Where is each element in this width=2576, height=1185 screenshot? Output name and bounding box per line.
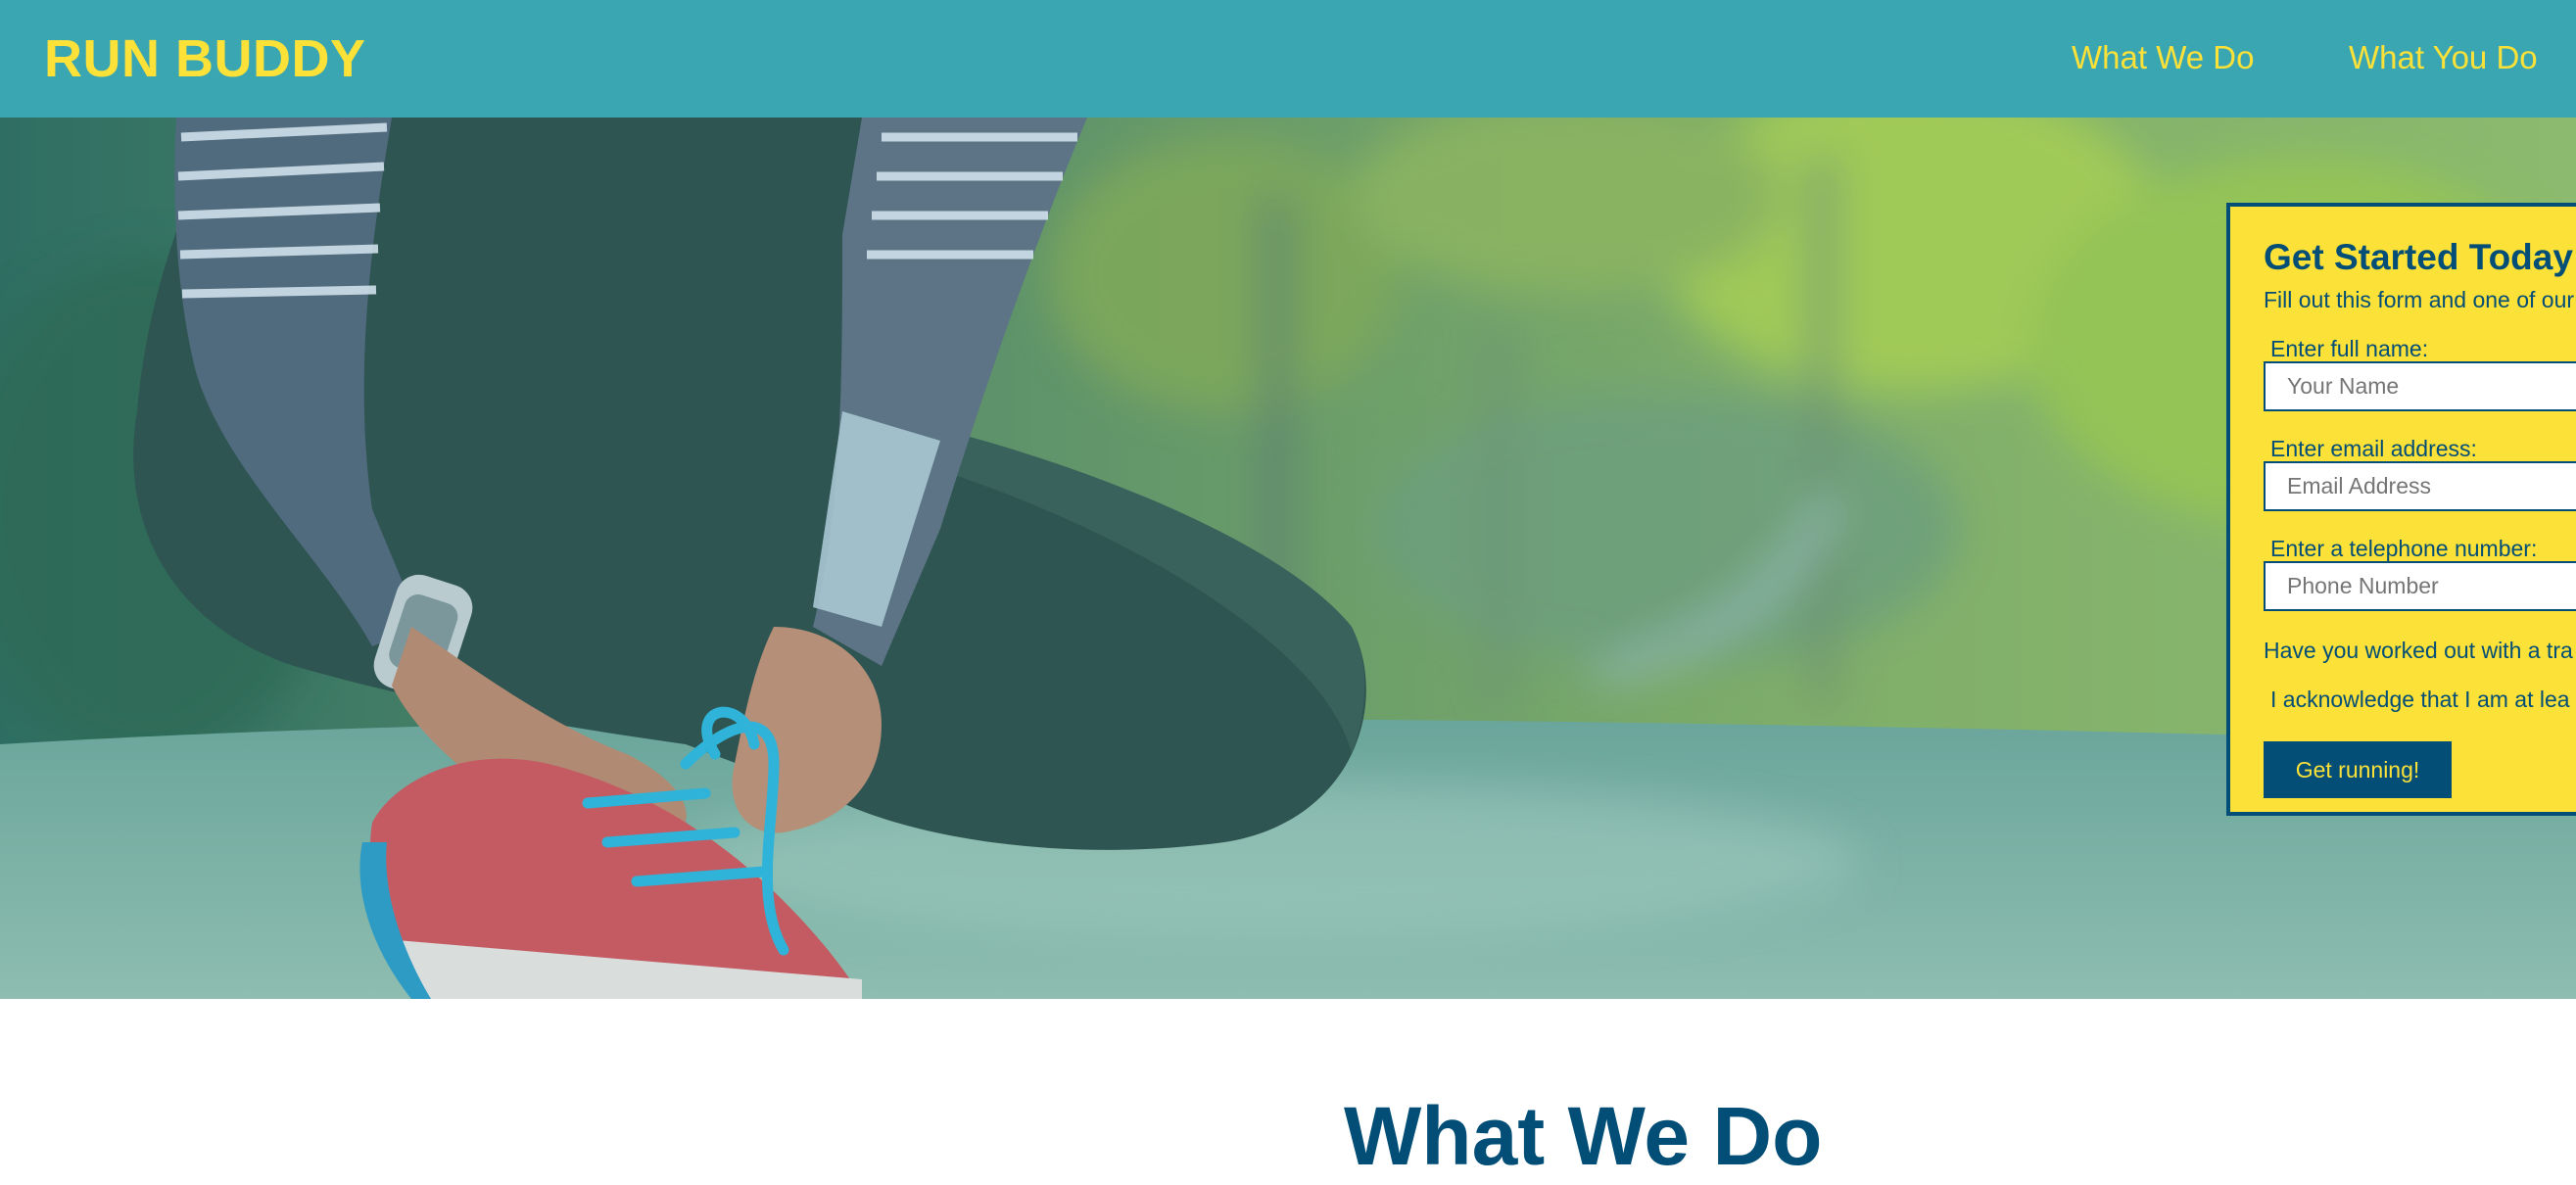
email-label: Enter email address: [2270, 436, 2477, 461]
signup-form: Get Started Today Fill out this form and… [2226, 203, 2576, 816]
trainer-question: Have you worked out with a tra [2264, 638, 2573, 663]
nav-link-what-we-do[interactable]: What We Do [2072, 39, 2254, 76]
logo[interactable]: RUN BUDDY [44, 27, 366, 90]
phone-input[interactable] [2264, 561, 2576, 611]
age-acknowledgement: I acknowledge that I am at lea [2270, 687, 2570, 712]
hero-section: Get Started Today Fill out this form and… [0, 118, 2576, 999]
hero-image [0, 118, 2576, 999]
phone-label: Enter a telephone number: [2270, 536, 2538, 561]
form-intro-text: Fill out this form and one of our [2264, 287, 2575, 312]
site-header: RUN BUDDY What We Do What You Do [0, 0, 2576, 118]
nav-link-what-you-do[interactable]: What You Do [2349, 39, 2538, 76]
what-we-do-heading: What We Do [1344, 1090, 1823, 1182]
form-title: Get Started Today [2264, 237, 2573, 277]
name-label: Enter full name: [2270, 336, 2429, 361]
get-running-button[interactable]: Get running! [2264, 741, 2452, 798]
name-input[interactable] [2264, 361, 2576, 411]
email-input[interactable] [2264, 461, 2576, 511]
